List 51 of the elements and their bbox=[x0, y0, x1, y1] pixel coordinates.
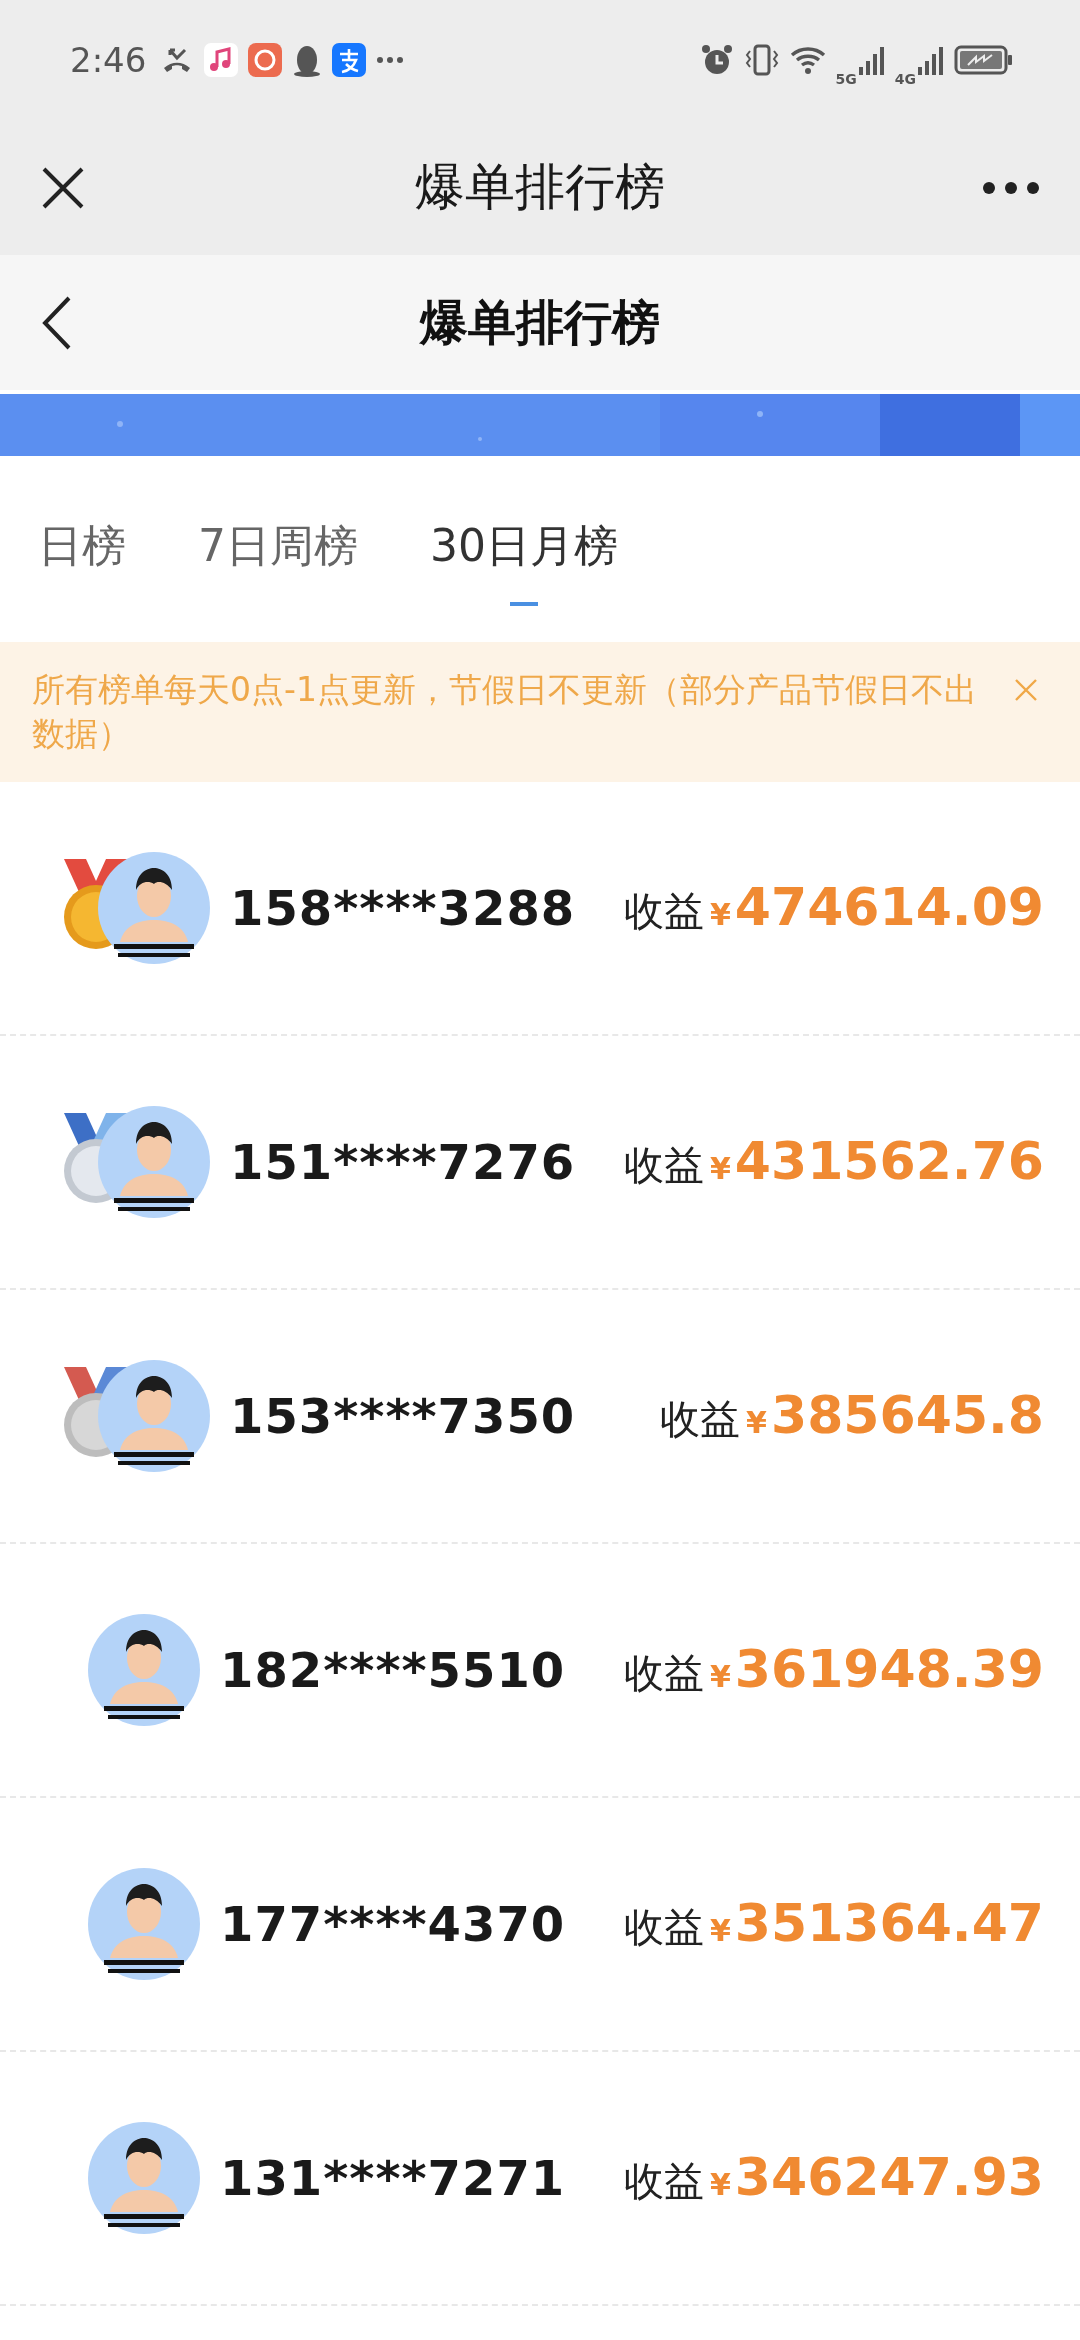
music-app-icon bbox=[204, 43, 239, 77]
avatar-icon bbox=[98, 852, 210, 964]
currency-sign: ¥ bbox=[709, 1913, 731, 1948]
back-icon[interactable] bbox=[42, 295, 72, 350]
network-label: 4G bbox=[894, 71, 916, 87]
phone-number: 177****4370 bbox=[220, 1896, 566, 1952]
network-label: 5G bbox=[835, 71, 857, 87]
notice-text: 所有榜单每天0点-1点更新，节假日不更新（部分产品节假日不出数据） bbox=[32, 669, 978, 755]
earnings-amount: 474614.09 bbox=[734, 877, 1044, 937]
earnings-amount: 431562.76 bbox=[734, 1131, 1044, 1191]
earnings-amount: 346247.93 bbox=[734, 2147, 1044, 2207]
currency-sign: ¥ bbox=[709, 1659, 731, 1694]
earnings-amount: 361948.39 bbox=[734, 1639, 1044, 1699]
earnings-amount: 351364.47 bbox=[734, 1893, 1044, 1953]
alarm-icon bbox=[699, 43, 734, 77]
wifi-icon bbox=[789, 45, 826, 75]
more-icon[interactable] bbox=[982, 180, 1040, 195]
tab[interactable]: 7日周榜 bbox=[198, 492, 358, 606]
earnings-label: 收益 bbox=[623, 1141, 704, 1190]
signal-icon bbox=[918, 45, 944, 75]
status-time: 2:46 bbox=[70, 40, 147, 80]
avatar-icon bbox=[88, 1868, 200, 1980]
phone-number: 158****3288 bbox=[230, 880, 576, 936]
currency-sign: ¥ bbox=[709, 1151, 731, 1186]
currency-sign: ¥ bbox=[709, 2167, 731, 2202]
avatar-icon bbox=[98, 1106, 210, 1218]
more-icon bbox=[376, 56, 405, 64]
currency-sign: ¥ bbox=[746, 1405, 767, 1440]
pay-app-icon bbox=[332, 43, 367, 77]
tab[interactable]: 30日月榜 bbox=[430, 492, 618, 606]
phone-number: 151****7276 bbox=[230, 1134, 576, 1190]
window-title: 爆单排行榜 bbox=[415, 157, 665, 218]
app-icon bbox=[248, 43, 283, 77]
avatar-icon bbox=[88, 2122, 200, 2234]
avatar-icon bbox=[98, 1360, 210, 1472]
page-title: 爆单排行榜 bbox=[420, 292, 660, 352]
earnings-label: 收益 bbox=[623, 2157, 704, 2206]
phone-number: 153****7350 bbox=[230, 1388, 576, 1444]
earnings-amount: 385645.8 bbox=[770, 1385, 1044, 1445]
phone-number: 182****5510 bbox=[220, 1642, 566, 1698]
signal-icon bbox=[858, 45, 885, 75]
earnings-label: 收益 bbox=[623, 1903, 704, 1952]
vibrate-icon bbox=[743, 43, 780, 77]
battery-icon bbox=[954, 45, 1014, 75]
currency-sign: ¥ bbox=[709, 897, 731, 932]
tab[interactable]: 日榜 bbox=[38, 492, 126, 606]
earnings-label: 收益 bbox=[623, 1649, 704, 1698]
phone-number: 131****7271 bbox=[220, 2150, 566, 2206]
earnings-label: 收益 bbox=[660, 1395, 741, 1444]
avatar-icon bbox=[88, 1614, 200, 1726]
earnings-label: 收益 bbox=[623, 887, 704, 936]
